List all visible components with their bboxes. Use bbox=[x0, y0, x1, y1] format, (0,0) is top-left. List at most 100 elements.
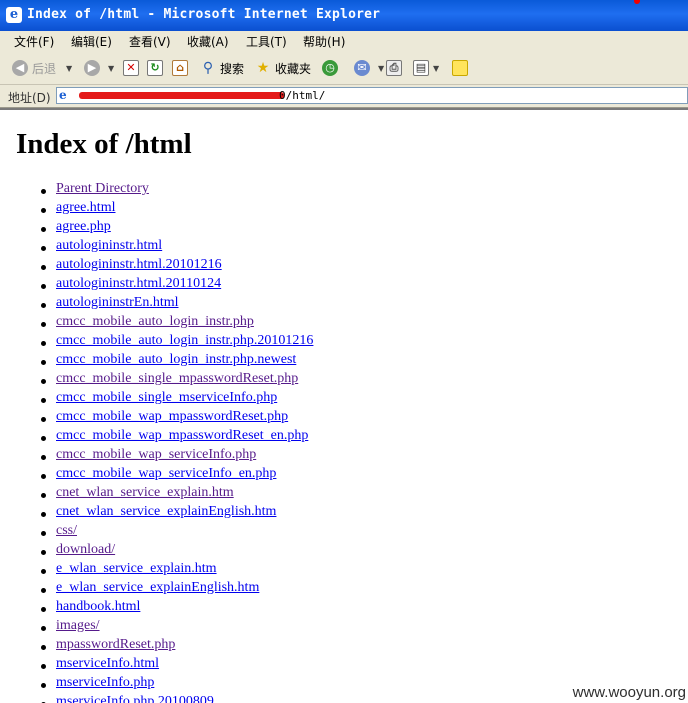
file-link[interactable]: images/ bbox=[56, 618, 100, 633]
address-bar: 地址(D) e 0/html/ bbox=[0, 85, 688, 108]
list-item: download/ bbox=[40, 542, 313, 561]
list-item: autologininstr.html.20110124 bbox=[40, 276, 313, 295]
menu-view[interactable]: 查看(V) bbox=[129, 33, 171, 50]
list-item: cmcc_mobile_wap_serviceInfo_en.php bbox=[40, 466, 313, 485]
search-button[interactable]: ⚲ 搜索 bbox=[200, 58, 244, 78]
file-link[interactable]: agree.php bbox=[56, 219, 111, 234]
menu-favorites[interactable]: 收藏(A) bbox=[187, 33, 229, 50]
list-item: cmcc_mobile_single_mpasswordReset.php bbox=[40, 371, 313, 390]
menu-help[interactable]: 帮助(H) bbox=[303, 33, 345, 50]
file-link[interactable]: autologininstrEn.html bbox=[56, 295, 179, 310]
file-link[interactable]: css/ bbox=[56, 523, 77, 538]
file-link[interactable]: cmcc_mobile_single_mserviceInfo.php bbox=[56, 390, 277, 405]
file-link[interactable]: handbook.html bbox=[56, 599, 140, 614]
toolbar: ◀ 后退 ▼ ▶ ▼ ✕ ↻ ⌂ ⚲ 搜索 ★ 收藏夹 ◷ ✉ ▼ ⎙ ▤ ▼ bbox=[0, 52, 688, 85]
file-link[interactable]: autologininstr.html bbox=[56, 238, 162, 253]
list-item: Parent Directory bbox=[40, 181, 313, 200]
watermark: www.wooyun.org bbox=[566, 684, 688, 703]
file-link[interactable]: Parent Directory bbox=[56, 181, 149, 196]
address-label: 地址(D) bbox=[8, 91, 51, 105]
list-item: autologininstrEn.html bbox=[40, 295, 313, 314]
star-icon: ★ bbox=[256, 60, 270, 76]
file-link[interactable]: agree.html bbox=[56, 200, 115, 215]
forward-arrow-icon: ▶ bbox=[84, 60, 100, 76]
menu-edit[interactable]: 编辑(E) bbox=[71, 33, 112, 50]
back-arrow-icon: ◀ bbox=[12, 60, 28, 76]
list-item: cmcc_mobile_wap_serviceInfo.php bbox=[40, 447, 313, 466]
list-item: cmcc_mobile_auto_login_instr.php bbox=[40, 314, 313, 333]
menu-file[interactable]: 文件(F) bbox=[14, 33, 54, 50]
file-link[interactable]: e_wlan_service_explain.htm bbox=[56, 561, 217, 576]
list-item: e_wlan_service_explain.htm bbox=[40, 561, 313, 580]
back-dropdown-icon[interactable]: ▼ bbox=[66, 64, 72, 73]
back-label: 后退 bbox=[32, 61, 57, 76]
list-item: mserviceInfo.html bbox=[40, 656, 313, 675]
ie-logo-icon: e bbox=[6, 7, 22, 23]
favorites-label: 收藏夹 bbox=[275, 61, 312, 76]
menu-bar: 文件(F) 编辑(E) 查看(V) 收藏(A) 工具(T) 帮助(H) bbox=[0, 31, 688, 53]
file-link[interactable]: cmcc_mobile_auto_login_instr.php.2010121… bbox=[56, 333, 313, 348]
print-icon: ⎙ bbox=[386, 60, 402, 76]
file-link[interactable]: mserviceInfo.html bbox=[56, 656, 159, 671]
forward-button[interactable]: ▶ ▼ bbox=[84, 58, 114, 78]
refresh-icon: ↻ bbox=[147, 60, 163, 76]
file-link[interactable]: cmcc_mobile_auto_login_instr.php bbox=[56, 314, 254, 329]
list-item: cmcc_mobile_auto_login_instr.php.2010121… bbox=[40, 333, 313, 352]
window-titlebar[interactable]: e Index of /html - Microsoft Internet Ex… bbox=[0, 0, 688, 31]
refresh-button[interactable]: ↻ bbox=[147, 58, 163, 78]
favorites-button[interactable]: ★ 收藏夹 bbox=[255, 58, 311, 78]
file-link[interactable]: e_wlan_service_explainEnglish.htm bbox=[56, 580, 259, 595]
history-button[interactable]: ◷ bbox=[322, 58, 342, 78]
file-link[interactable]: autologininstr.html.20101216 bbox=[56, 257, 222, 272]
messenger-button[interactable] bbox=[452, 58, 468, 78]
list-item: mpasswordReset.php bbox=[40, 637, 313, 656]
file-link[interactable]: mpasswordReset.php bbox=[56, 637, 175, 652]
home-button[interactable]: ⌂ bbox=[172, 58, 188, 78]
directory-listing: Parent Directory agree.html agree.php autol… bbox=[0, 181, 313, 703]
list-item: cnet_wlan_service_explainEnglish.htm bbox=[40, 504, 313, 523]
mail-dropdown-icon[interactable]: ▼ bbox=[378, 64, 384, 73]
window-title: Index of /html - Microsoft Internet Expl… bbox=[27, 7, 381, 22]
list-item: cmcc_mobile_wap_mpasswordReset_en.php bbox=[40, 428, 313, 447]
file-link[interactable]: cmcc_mobile_wap_serviceInfo.php bbox=[56, 447, 256, 462]
edit-button[interactable]: ▤ ▼ bbox=[413, 58, 439, 78]
list-item: cmcc_mobile_wap_mpasswordReset.php bbox=[40, 409, 313, 428]
file-link[interactable]: cmcc_mobile_wap_mpasswordReset_en.php bbox=[56, 428, 308, 443]
stop-button[interactable]: ✕ bbox=[123, 58, 139, 78]
edit-dropdown-icon[interactable]: ▼ bbox=[433, 64, 439, 73]
close-button-edge[interactable] bbox=[634, 0, 640, 4]
mail-button[interactable]: ✉ ▼ bbox=[354, 58, 384, 78]
file-link[interactable]: cmcc_mobile_wap_mpasswordReset.php bbox=[56, 409, 288, 424]
list-item: autologininstr.html bbox=[40, 238, 313, 257]
file-link[interactable]: cnet_wlan_service_explainEnglish.htm bbox=[56, 504, 276, 519]
file-link[interactable]: cmcc_mobile_wap_serviceInfo_en.php bbox=[56, 466, 276, 481]
note-icon bbox=[452, 60, 468, 76]
file-link[interactable]: cnet_wlan_service_explain.htm bbox=[56, 485, 234, 500]
file-link[interactable]: mserviceInfo.php.20100809 bbox=[56, 694, 214, 703]
list-item: mserviceInfo.php.20100809 bbox=[40, 694, 313, 703]
list-item: images/ bbox=[40, 618, 313, 637]
history-icon: ◷ bbox=[322, 60, 338, 76]
menu-tools[interactable]: 工具(T) bbox=[246, 33, 287, 50]
file-link[interactable]: cmcc_mobile_single_mpasswordReset.php bbox=[56, 371, 298, 386]
list-item: css/ bbox=[40, 523, 313, 542]
stop-icon: ✕ bbox=[123, 60, 139, 76]
search-icon: ⚲ bbox=[202, 60, 214, 76]
file-link[interactable]: cmcc_mobile_auto_login_instr.php.newest bbox=[56, 352, 296, 367]
file-link[interactable]: download/ bbox=[56, 542, 115, 557]
list-item: agree.html bbox=[40, 200, 313, 219]
page-icon: e bbox=[59, 88, 67, 102]
list-item: e_wlan_service_explainEnglish.htm bbox=[40, 580, 313, 599]
forward-dropdown-icon[interactable]: ▼ bbox=[108, 64, 114, 73]
file-link[interactable]: mserviceInfo.php bbox=[56, 675, 154, 690]
print-button[interactable]: ⎙ bbox=[386, 58, 402, 78]
redaction-mark bbox=[79, 92, 284, 99]
address-input[interactable]: e 0/html/ bbox=[56, 87, 688, 104]
list-item: cnet_wlan_service_explain.htm bbox=[40, 485, 313, 504]
file-link[interactable]: autologininstr.html.20110124 bbox=[56, 276, 221, 291]
list-item: autologininstr.html.20101216 bbox=[40, 257, 313, 276]
list-item: agree.php bbox=[40, 219, 313, 238]
back-button[interactable]: ◀ 后退 ▼ bbox=[12, 58, 72, 78]
edit-page-icon: ▤ bbox=[413, 60, 429, 76]
list-item: mserviceInfo.php bbox=[40, 675, 313, 694]
